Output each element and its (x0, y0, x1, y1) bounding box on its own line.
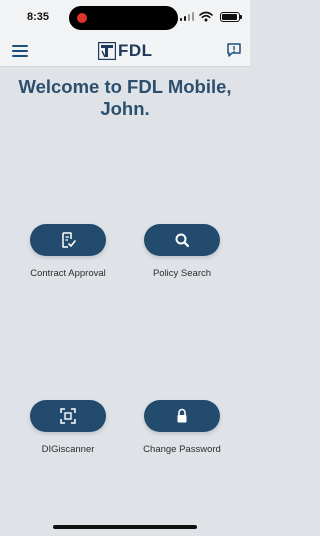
fdl-logo: FDL (98, 41, 153, 61)
change-password-label: Change Password (143, 444, 221, 455)
digiscanner-button[interactable] (30, 400, 106, 432)
document-check-icon (62, 232, 76, 248)
digiscanner-action: DIGiscanner (13, 400, 123, 455)
search-icon (175, 233, 190, 248)
change-password-button[interactable] (144, 400, 220, 432)
feedback-icon[interactable] (226, 42, 242, 58)
hamburger-menu-icon[interactable] (12, 45, 28, 57)
dynamic-island (69, 6, 178, 30)
policy-search-label: Policy Search (152, 268, 212, 279)
battery-level (222, 14, 238, 20)
welcome-line-1: Welcome to FDL Mobile, (18, 76, 232, 97)
battery-icon (220, 12, 242, 22)
home-indicator[interactable] (53, 525, 197, 529)
logo-text: FDL (118, 41, 153, 60)
welcome-line-2: John. (100, 98, 150, 119)
welcome-heading: Welcome to FDL Mobile, John. (0, 76, 250, 120)
status-time: 8:35 (27, 11, 50, 23)
change-password-action: Change Password (127, 400, 237, 455)
contract-approval-label: Contract Approval (30, 268, 106, 279)
contract-approval-button[interactable] (30, 224, 106, 256)
fdl-logo-mark-icon (98, 42, 116, 60)
status-bar: 8:35 (0, 0, 250, 36)
cellular-signal-icon (180, 12, 194, 21)
policy-search-action: Policy Search (127, 224, 237, 279)
digiscanner-label: DIGiscanner (41, 444, 95, 455)
scan-icon (60, 408, 76, 424)
nav-bar: FDL (0, 36, 250, 67)
contract-approval-action: Contract Approval (13, 224, 123, 279)
recording-indicator-icon (77, 13, 87, 23)
policy-search-button[interactable] (144, 224, 220, 256)
lock-icon (177, 408, 187, 423)
wifi-icon (199, 11, 213, 22)
